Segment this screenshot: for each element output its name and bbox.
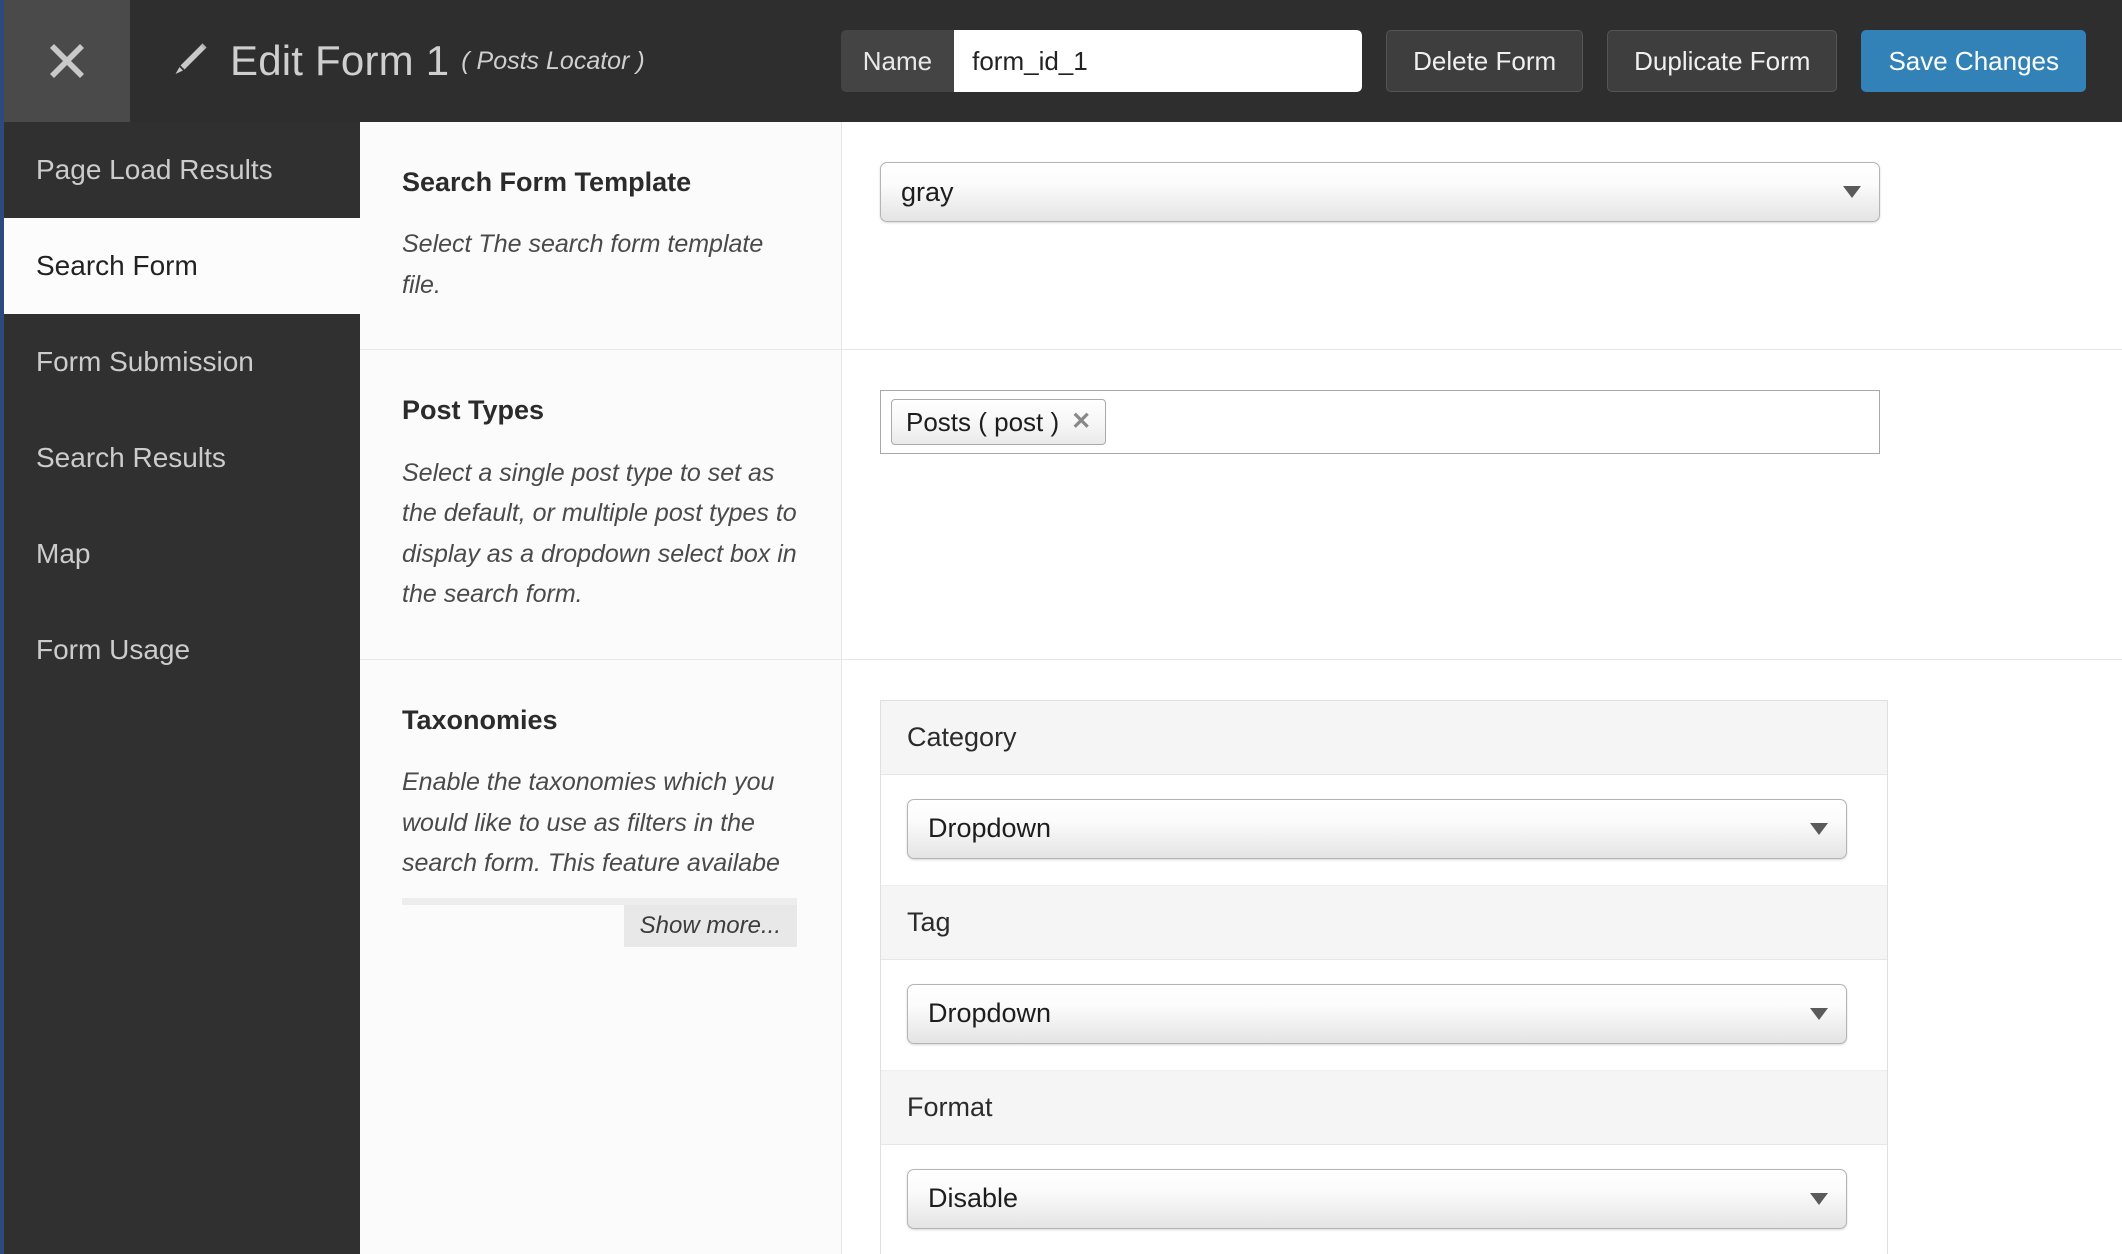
duplicate-form-button[interactable]: Duplicate Form	[1607, 30, 1837, 92]
post-types-token-input[interactable]: Posts ( post ) ✕	[880, 390, 1880, 454]
taxonomy-header-tag: Tag	[881, 886, 1887, 960]
form-editor-screen: Edit Form 1 ( Posts Locator ) Name Delet…	[0, 0, 2122, 1254]
chevron-down-icon	[1810, 1193, 1828, 1205]
sidebar-item-label: Form Submission	[36, 346, 254, 378]
sidebar-item-form-usage[interactable]: Form Usage	[4, 602, 360, 698]
sidebar-item-page-load-results[interactable]: Page Load Results	[4, 122, 360, 218]
setting-title: Search Form Template	[402, 166, 797, 198]
taxonomy-category-select[interactable]: Dropdown	[907, 799, 1847, 859]
setting-field-cell: Category Dropdown Tag Dropdown	[842, 660, 2122, 1254]
setting-field-cell: Posts ( post ) ✕	[842, 350, 2122, 658]
form-name-input[interactable]	[954, 30, 1362, 92]
show-more-row: Show more...	[402, 898, 797, 947]
page-subtitle: ( Posts Locator )	[461, 47, 644, 76]
top-header-bar: Edit Form 1 ( Posts Locator ) Name Delet…	[0, 0, 2122, 122]
close-icon[interactable]: ✕	[1071, 410, 1091, 434]
setting-description: Select a single post type to set as the …	[402, 453, 797, 615]
taxonomy-body-category: Dropdown	[881, 775, 1887, 886]
sidebar-item-form-submission[interactable]: Form Submission	[4, 314, 360, 410]
page-title: Edit Form 1	[230, 37, 449, 85]
setting-description-cell: Post Types Select a single post type to …	[360, 350, 842, 658]
header-actions: Name Delete Form Duplicate Form Save Cha…	[841, 0, 2086, 122]
setting-row-post-types: Post Types Select a single post type to …	[360, 350, 2122, 659]
token-item[interactable]: Posts ( post ) ✕	[891, 399, 1106, 445]
taxonomy-header-category: Category	[881, 701, 1887, 775]
chevron-down-icon	[1843, 186, 1861, 198]
setting-description: Enable the taxonomies which you would li…	[402, 762, 797, 884]
taxonomies-list: Category Dropdown Tag Dropdown	[880, 700, 1888, 1254]
setting-description-cell: Search Form Template Select The search f…	[360, 122, 842, 349]
setting-title: Post Types	[402, 394, 797, 426]
form-name-group: Name	[841, 30, 1362, 92]
save-changes-button[interactable]: Save Changes	[1861, 30, 2086, 92]
form-name-label: Name	[841, 30, 954, 92]
select-value: Dropdown	[928, 813, 1051, 844]
setting-title: Taxonomies	[402, 704, 797, 736]
close-icon	[40, 34, 94, 88]
settings-panel: Search Form Template Select The search f…	[360, 122, 2122, 1254]
setting-description-cell: Taxonomies Enable the taxonomies which y…	[360, 660, 842, 1254]
token-label: Posts ( post )	[906, 407, 1059, 438]
select-value: gray	[901, 177, 954, 208]
chevron-down-icon	[1810, 823, 1828, 835]
taxonomy-format-select[interactable]: Disable	[907, 1169, 1847, 1229]
setting-row-search-form-template: Search Form Template Select The search f…	[360, 122, 2122, 350]
sidebar-item-label: Search Results	[36, 442, 226, 474]
chevron-down-icon	[1810, 1008, 1828, 1020]
sidebar-item-search-form[interactable]: Search Form	[4, 218, 360, 314]
close-button[interactable]	[4, 0, 130, 122]
taxonomy-tag-select[interactable]: Dropdown	[907, 984, 1847, 1044]
show-more-link[interactable]: Show more...	[624, 905, 797, 947]
sidebar-item-label: Search Form	[36, 250, 198, 282]
left-accent-rail	[0, 0, 4, 1254]
sidebar-nav: Page Load Results Search Form Form Submi…	[4, 122, 360, 1254]
taxonomy-body-format: Disable	[881, 1145, 1887, 1254]
taxonomy-name: Tag	[907, 907, 951, 938]
sidebar-item-label: Form Usage	[36, 634, 190, 666]
search-form-template-select[interactable]: gray	[880, 162, 1880, 222]
pencil-icon	[168, 40, 210, 82]
delete-form-button[interactable]: Delete Form	[1386, 30, 1583, 92]
sidebar-item-label: Map	[36, 538, 90, 570]
taxonomy-header-format: Format	[881, 1071, 1887, 1145]
setting-field-cell: gray	[842, 122, 2122, 349]
select-value: Dropdown	[928, 998, 1051, 1029]
page-title-group: Edit Form 1 ( Posts Locator )	[168, 0, 645, 122]
taxonomy-name: Category	[907, 722, 1017, 753]
setting-row-taxonomies: Taxonomies Enable the taxonomies which y…	[360, 660, 2122, 1254]
sidebar-item-label: Page Load Results	[36, 154, 273, 186]
taxonomy-name: Format	[907, 1092, 993, 1123]
sidebar-item-search-results[interactable]: Search Results	[4, 410, 360, 506]
setting-description: Select The search form template file.	[402, 224, 797, 305]
taxonomy-body-tag: Dropdown	[881, 960, 1887, 1071]
select-value: Disable	[928, 1183, 1018, 1214]
sidebar-item-map[interactable]: Map	[4, 506, 360, 602]
